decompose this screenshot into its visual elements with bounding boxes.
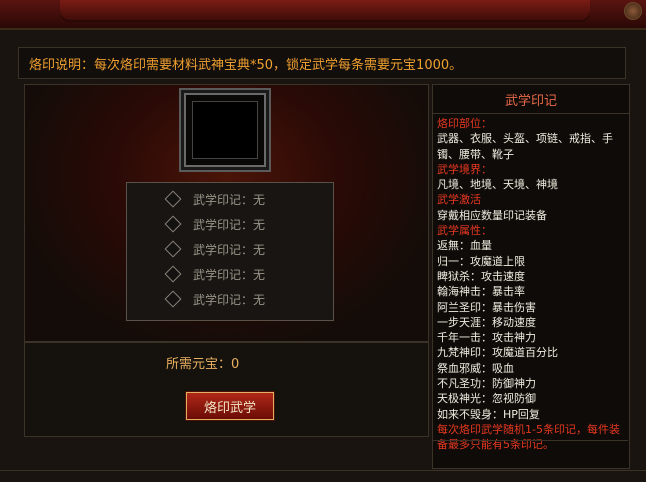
attr-line: 祭血邪威：吸血 [437, 361, 514, 375]
equipment-slot[interactable] [184, 93, 266, 167]
lock-diamond-icon[interactable] [164, 290, 182, 308]
realm-heading: 武学境界： [437, 162, 492, 176]
realm-line: 凡境、地境、天境、神境 [437, 178, 558, 192]
imprint-row[interactable]: 武学印记：无 [164, 239, 266, 259]
attr-line: 如来不毁身：HP回复 [437, 407, 540, 421]
imprint-label: 武学印记：无 [193, 292, 266, 307]
attr-line: 翰海神击：暴击率 [437, 285, 525, 299]
cost-label: 所需元宝： [166, 357, 232, 372]
info-footer-divider [432, 440, 628, 468]
imprint-label: 武学印记：无 [193, 192, 266, 207]
bottom-border [0, 470, 646, 482]
imprint-row[interactable]: 武学印记：无 [164, 289, 266, 309]
imprint-label: 武学印记：无 [193, 217, 266, 232]
title-plate [60, 0, 590, 22]
notice-bar: 烙印说明：每次烙印需要材料武神宝典*50，锁定武学每条需要元宝1000。 [18, 47, 626, 79]
cost-value: 0 [231, 357, 240, 372]
parts-line-2: 镯、腰带、靴子 [437, 147, 514, 161]
attr-line: 归一：攻魔道上限 [437, 254, 525, 268]
activate-heading: 武学激活 [437, 193, 481, 207]
attrs-heading: 武学属性： [437, 224, 492, 238]
attr-line: 九梵神印：攻魔道百分比 [437, 346, 558, 360]
imprint-label: 武学印记：无 [193, 267, 266, 282]
lock-diamond-icon[interactable] [164, 265, 182, 283]
cost-display: 所需元宝：0 [166, 353, 239, 372]
attr-line: 阿兰圣印：暴击伤害 [437, 300, 536, 314]
close-icon[interactable] [624, 2, 642, 20]
imprint-row[interactable]: 武学印记：无 [164, 189, 266, 209]
imprint-row[interactable]: 武学印记：无 [164, 264, 266, 284]
info-panel: 武学印记 烙印部位： 武器、衣服、头盔、项链、戒指、手 镯、腰带、靴子 武学境界… [432, 84, 630, 469]
info-title: 武学印记 [433, 85, 629, 114]
equipment-slot-inner [192, 101, 258, 159]
imprint-button[interactable]: 烙印武学 [186, 392, 274, 420]
imprint-label: 武学印记：无 [193, 242, 266, 257]
attr-line: 天极神光：忽视防御 [437, 392, 536, 406]
imprint-row[interactable]: 武学印记：无 [164, 214, 266, 234]
attr-line: 千年一击：攻击神力 [437, 331, 536, 345]
footer-line-1: 每次烙印武学随机1-5条印记，每件装 [437, 422, 620, 436]
imprint-list: 武学印记：无 武学印记：无 武学印记：无 武学印记：无 武学印记：无 [126, 182, 334, 321]
info-body: 烙印部位： 武器、衣服、头盔、项链、戒指、手 镯、腰带、靴子 武学境界： 凡境、… [437, 116, 627, 453]
attr-line: 睥狱杀：攻击速度 [437, 269, 525, 283]
lock-diamond-icon[interactable] [164, 190, 182, 208]
attr-line: 一步天涯：移动速度 [437, 315, 536, 329]
title-bar [0, 0, 646, 30]
lock-diamond-icon[interactable] [164, 240, 182, 258]
lock-diamond-icon[interactable] [164, 215, 182, 233]
notice-text: 烙印说明：每次烙印需要材料武神宝典*50，锁定武学每条需要元宝1000。 [29, 57, 463, 73]
parts-line-1: 武器、衣服、头盔、项链、戒指、手 [437, 132, 613, 146]
activate-line: 穿戴相应数量印记装备 [437, 208, 547, 222]
attr-line: 不凡圣功：防御神力 [437, 377, 536, 391]
attr-line: 返無：血量 [437, 239, 492, 253]
parts-heading: 烙印部位： [437, 117, 492, 130]
